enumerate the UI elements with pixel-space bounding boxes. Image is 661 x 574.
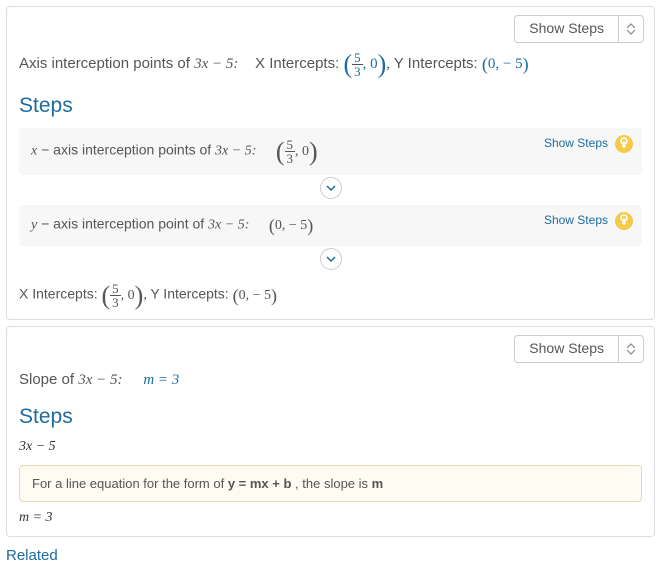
hint-formula: y = mx + b [228, 476, 292, 491]
slope-prefix: Slope of [19, 371, 78, 388]
result-xlabel: X Intercepts: [19, 286, 98, 302]
expand-y-step[interactable] [19, 248, 642, 270]
x-text: − axis interception points of [41, 142, 215, 158]
steps-heading: Steps [19, 94, 642, 118]
slope-final: m = 3 [19, 510, 642, 526]
updown-chevrons-icon [618, 336, 643, 362]
x-result: (53, 0) [276, 144, 318, 159]
related-heading[interactable]: Related [6, 547, 655, 564]
title-expr: 3x − 5 [194, 56, 233, 72]
show-steps-button[interactable]: Show Steps [514, 15, 644, 43]
result-xvalue: (53, 0) [101, 288, 143, 303]
x-axis-step-box: Show Steps x − axis interception points … [19, 128, 642, 175]
y-result: (0, − 5) [269, 218, 313, 233]
show-steps-link[interactable]: Show Steps [544, 136, 608, 150]
slope-result: m = 3 [143, 372, 179, 388]
slope-hint-box: For a line equation for the form of y = … [19, 465, 642, 502]
y-var: y [31, 218, 37, 233]
y-axis-step-box: Show Steps y − axis interception point o… [19, 205, 642, 246]
axis-intercepts-section: Show Steps Axis interception points of 3… [6, 6, 655, 320]
show-steps-button[interactable]: Show Steps [514, 335, 644, 363]
expand-x-step[interactable] [19, 177, 642, 199]
y-expr: 3x − 5 [208, 218, 245, 233]
steps-heading: Steps [19, 405, 642, 429]
hint-prefix: For a line equation for the form of [32, 476, 228, 491]
y-text: − axis interception point of [41, 216, 208, 232]
hint-m: m [372, 476, 384, 491]
xint-value: (53, 0) [343, 56, 386, 72]
yint-label: Y Intercepts: [394, 55, 478, 72]
xint-label: X Intercepts: [255, 55, 339, 72]
hint-mid: , the slope is [295, 476, 372, 491]
key-icon[interactable] [614, 211, 634, 231]
result-ylabel: Y Intercepts: [150, 286, 228, 302]
result-yvalue: (0, − 5) [233, 288, 277, 303]
slope-expr: 3x − 5 [78, 372, 117, 388]
chevron-down-icon [325, 184, 337, 192]
section-title: Axis interception points of 3x − 5: X In… [19, 51, 642, 78]
show-steps-link[interactable]: Show Steps [544, 213, 608, 227]
yint-value: (0, − 5) [482, 56, 529, 72]
chevron-down-icon [325, 255, 337, 263]
updown-chevrons-icon [618, 16, 643, 42]
x-var: x [31, 144, 37, 159]
key-icon[interactable] [614, 134, 634, 154]
intercepts-result-line: X Intercepts: (53, 0), Y Intercepts: (0,… [19, 282, 642, 309]
show-steps-label: Show Steps [515, 16, 618, 42]
step-expression: 3x − 5 [19, 439, 642, 455]
slope-title: Slope of 3x − 5: m = 3 [19, 371, 642, 389]
x-expr: 3x − 5 [215, 144, 252, 159]
slope-section: Show Steps Slope of 3x − 5: m = 3 Steps … [6, 326, 655, 537]
show-steps-label: Show Steps [515, 336, 618, 362]
title-prefix: Axis interception points of [19, 55, 194, 72]
